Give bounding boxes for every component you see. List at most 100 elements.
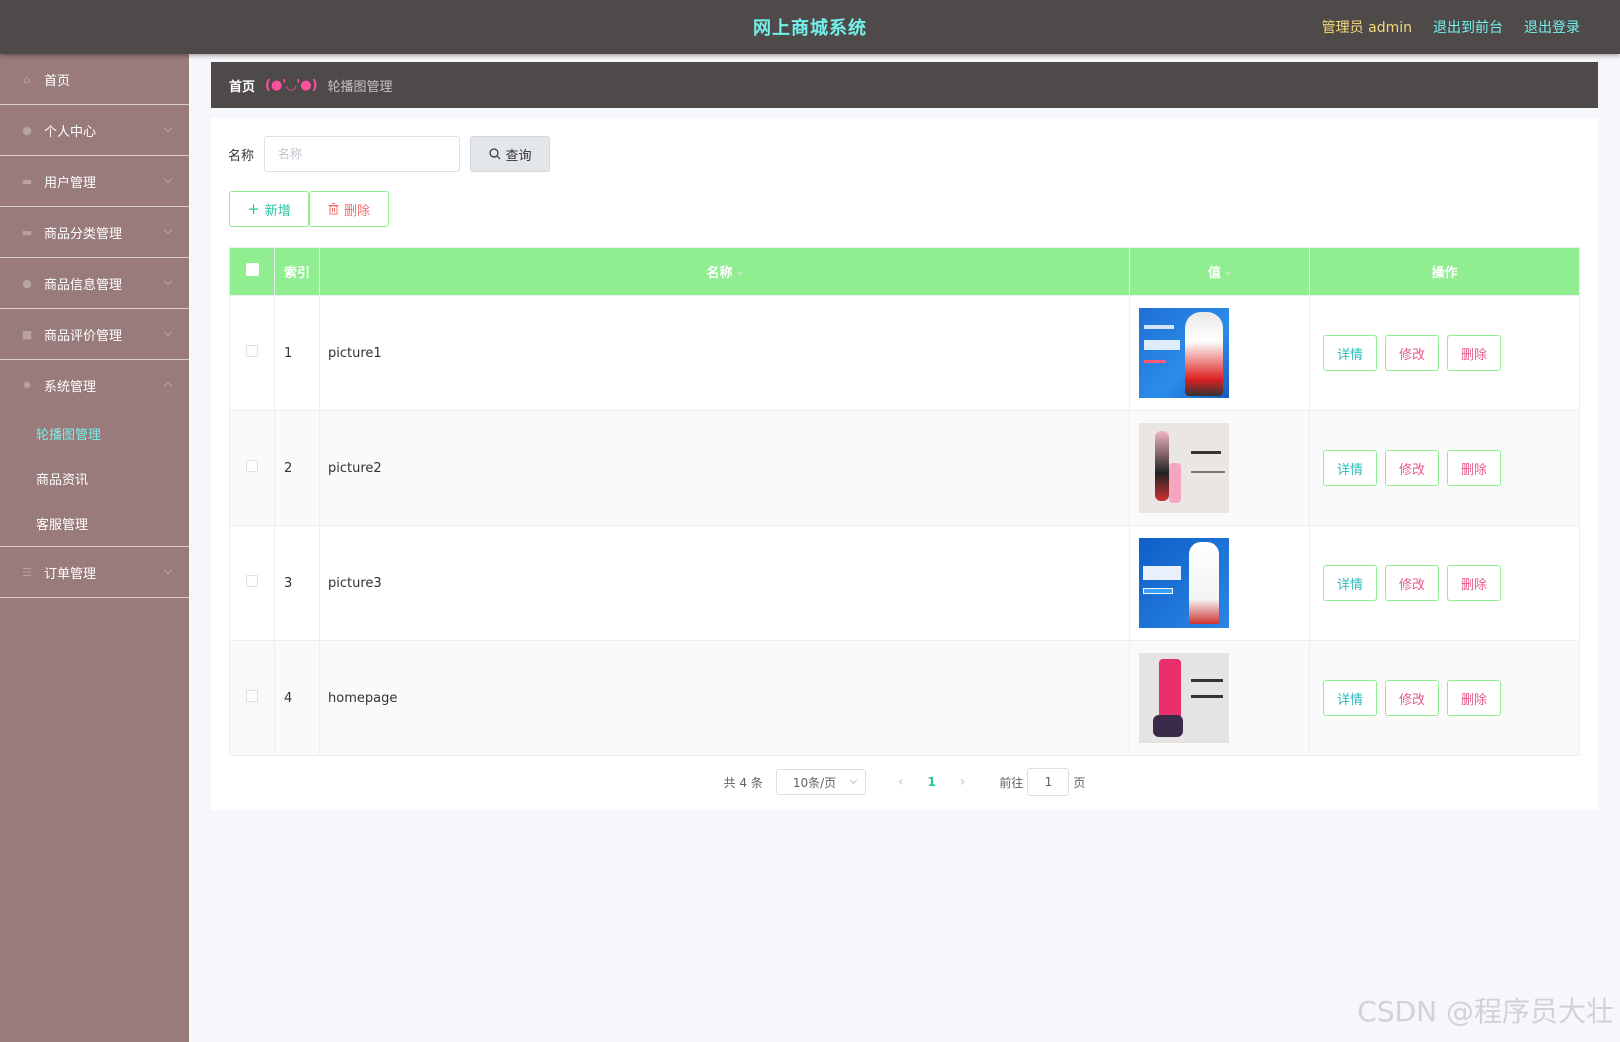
sidebar-subitem-news[interactable]: 商品资讯 [0,456,189,501]
detail-button[interactable]: 详情 [1323,335,1377,371]
sidebar-item-label: 首页 [44,73,71,89]
breadcrumb-separator: (●'◡'●) [265,77,318,93]
detail-button[interactable]: 详情 [1323,680,1377,716]
sidebar-item-label: 订单管理 [44,566,97,582]
system-submenu: 轮播图管理 商品资讯 客服管理 [0,411,189,547]
pagination: 共 4 条 10条/页 ‹ 1 › 前往 页 [211,768,1598,796]
top-header: 网上商城系统 管理员 admin 退出到前台 退出登录 [0,0,1620,54]
user-icon: ● [22,276,32,290]
row-checkbox-cell [229,525,275,641]
detail-button[interactable]: 详情 [1323,450,1377,486]
list-icon: ▬ [21,174,33,188]
row-checkbox-cell [229,295,275,411]
add-button-label: 新增 [264,203,291,219]
delete-button[interactable]: 删除 [1447,335,1501,371]
admin-label: 管理员 admin [1321,20,1412,36]
logout-link[interactable]: 退出登录 [1524,17,1580,37]
carousel-table: 索引 名称 值 操作 1 picture1 详情 修改 删除 2 picture… [229,247,1580,756]
row-index: 2 [274,410,320,526]
row-name: picture1 [319,295,1130,411]
row-index: 3 [274,525,320,641]
carousel-image-thumbnail[interactable] [1139,653,1229,743]
page-suffix: 页 [1073,775,1086,790]
sidebar-item-label: 用户管理 [44,175,97,191]
delete-button[interactable]: 删除 [1447,565,1501,601]
sidebar-item-label: 个人中心 [44,124,97,140]
chevron-down-icon [163,327,173,337]
detail-button[interactable]: 详情 [1323,565,1377,601]
row-value-cell [1129,640,1310,756]
sidebar-item-users[interactable]: ▬ 用户管理 [0,156,189,207]
pagination-total: 共 4 条 [723,775,763,790]
sidebar-item-reviews[interactable]: ■ 商品评价管理 [0,309,189,360]
table-header-row: 索引 名称 值 操作 [229,247,1580,296]
breadcrumb-home[interactable]: 首页 [229,76,255,95]
column-header-name[interactable]: 名称 [319,247,1130,296]
column-header-value[interactable]: 值 [1129,247,1310,296]
search-button-label: 查询 [505,148,532,164]
edit-button[interactable]: 修改 [1385,680,1439,716]
sidebar-item-label: 商品信息管理 [44,277,123,293]
chevron-down-icon [163,225,173,235]
page-number[interactable]: 1 [917,775,945,789]
row-checkbox[interactable] [246,690,258,702]
search-label: 名称 [228,148,255,164]
prev-page-button[interactable]: ‹ [884,774,918,790]
row-checkbox[interactable] [246,460,258,472]
carousel-image-thumbnail[interactable] [1139,538,1229,628]
sidebar-item-label: 商品分类管理 [44,226,123,242]
row-value-cell [1129,410,1310,526]
search-input[interactable] [264,136,461,172]
sidebar-item-product-info[interactable]: ● 商品信息管理 [0,258,189,309]
select-all-checkbox[interactable] [245,263,259,276]
row-index: 4 [274,640,320,756]
table-row: 1 picture1 详情 修改 删除 [229,295,1580,411]
row-actions: 详情 修改 删除 [1309,525,1580,641]
box-icon: ▬ [21,225,33,239]
chevron-down-icon [163,276,173,286]
row-actions: 详情 修改 删除 [1309,295,1580,411]
edit-button[interactable]: 修改 [1385,565,1439,601]
next-page-button[interactable]: › [946,774,980,790]
delete-button[interactable]: 删除 [1447,680,1501,716]
carousel-image-thumbnail[interactable] [1139,308,1229,398]
goto-page-input[interactable] [1027,768,1070,796]
row-checkbox[interactable] [246,575,258,587]
table-row: 4 homepage 详情 修改 删除 [229,640,1580,756]
search-icon [488,148,500,160]
chevron-down-icon [163,565,173,575]
sidebar-subitem-carousel[interactable]: 轮播图管理 [0,411,189,456]
sidebar-item-system[interactable]: ✹ 系统管理 [0,360,189,411]
sidebar-item-personal[interactable]: ● 个人中心 [0,105,189,156]
carousel-image-thumbnail[interactable] [1139,423,1229,513]
delete-button[interactable]: 删除 [1447,450,1501,486]
row-value-cell [1129,295,1310,411]
sidebar-item-home[interactable]: ⌂ 首页 [0,54,189,105]
row-checkbox[interactable] [246,345,258,357]
edit-button[interactable]: 修改 [1385,450,1439,486]
trash-icon [328,203,339,215]
search-bar: 名称 查询 [228,136,551,172]
chevron-down-icon [849,776,857,785]
edit-button[interactable]: 修改 [1385,335,1439,371]
sidebar-subitem-service[interactable]: 客服管理 [0,501,189,546]
chevron-up-icon [163,381,173,391]
column-header-index: 索引 [274,247,320,296]
chevron-down-icon [163,174,173,184]
table-row: 3 picture3 详情 修改 删除 [229,525,1580,641]
row-checkbox-cell [229,410,275,526]
page-size-select[interactable]: 10条/页 [775,769,866,795]
column-header-value-label: 值 [1207,266,1221,281]
batch-delete-label: 删除 [343,203,370,219]
exit-to-front-link[interactable]: 退出到前台 [1433,17,1503,37]
gear-icon: ✹ [22,379,32,392]
chevron-down-icon [163,123,173,133]
table-row: 2 picture2 详情 修改 删除 [229,410,1580,526]
select-all-header [229,247,275,296]
batch-delete-button[interactable]: 删除 [309,191,389,227]
row-name: homepage [319,640,1130,756]
sidebar-item-category[interactable]: ▬ 商品分类管理 [0,207,189,258]
add-button[interactable]: + 新增 [229,191,309,227]
search-button[interactable]: 查询 [470,136,551,172]
sidebar-item-orders[interactable]: ☰ 订单管理 [0,547,189,598]
